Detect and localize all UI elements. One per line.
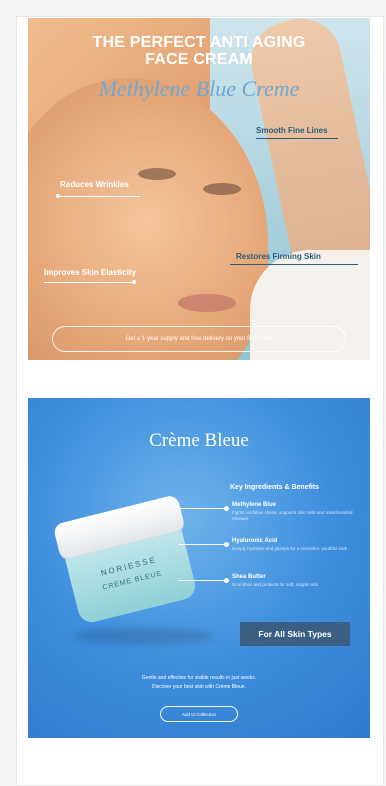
product-script-title: Methylene Blue Creme (98, 76, 300, 101)
pointer-dot (224, 506, 229, 511)
pointer-line (178, 508, 226, 509)
product-title: Crème Bleue (149, 430, 249, 451)
label-dot (132, 280, 136, 284)
label-skin-elasticity: Improves Skin Elasticity (44, 268, 137, 277)
label-line (230, 264, 358, 265)
jar-shadow (74, 628, 214, 644)
pointer-line (178, 580, 226, 581)
label-dot (56, 194, 60, 198)
headline: THE PERFECT ANTI AGING FACE CREAM (92, 34, 306, 68)
lips (178, 294, 236, 312)
skin-types-badge: For All Skin Types (240, 622, 350, 646)
ingredient-hyaluronic-acid: Hyaluronic Acid Deeply hydrates and plum… (232, 538, 347, 551)
eye-left (138, 168, 176, 180)
cta-button[interactable]: Get a 1-year supply and free delivery on… (52, 326, 346, 352)
ingredient-shea-butter: Shea Butter Nourishes and protects for s… (232, 574, 319, 587)
label-line (256, 138, 338, 139)
pointer-line (178, 544, 226, 545)
pointer-dot (224, 542, 229, 547)
label-line (44, 282, 136, 283)
label-reduces-wrinkles: Reduces Wrinkles (60, 180, 129, 189)
cream-jar: NORIESSE CRÈME BLEUE (52, 494, 204, 632)
pointer-dot (224, 578, 229, 583)
label-smooth-fine-lines: Smooth Fine Lines (256, 126, 328, 135)
promo-card-face-cream[interactable]: THE PERFECT ANTI AGING FACE CREAM Methyl… (28, 18, 370, 360)
ingredient-methylene-blue: Methylene Blue Fights oxidative stress, … (232, 502, 353, 521)
label-firming-skin: Restores Firming Skin (236, 252, 321, 261)
promo-card-creme-bleue[interactable]: Crème Bleue NORIESSE CRÈME BLEUE Key Ing… (28, 398, 370, 738)
label-line (58, 196, 140, 197)
add-to-collection-button[interactable]: Add to Collection (160, 706, 238, 722)
key-ingredients-label: Key Ingredients & Benefits (230, 484, 320, 491)
bottom-copy: Gentle and effective for visible results… (141, 675, 257, 690)
eye-right (203, 183, 241, 195)
